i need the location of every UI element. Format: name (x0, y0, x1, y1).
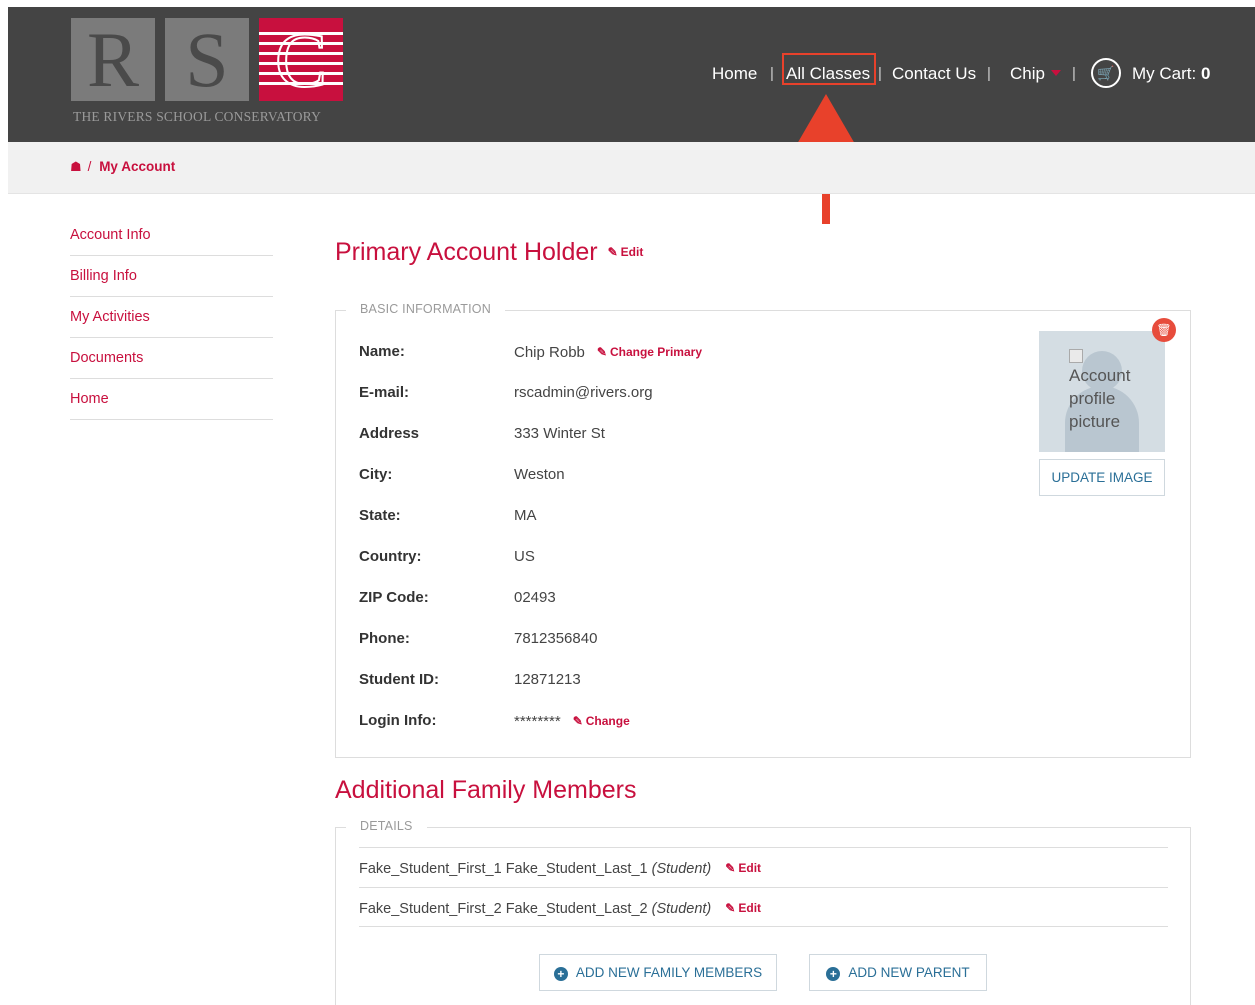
chevron-down-icon (1050, 70, 1061, 76)
cart-label: My Cart: (1132, 64, 1197, 83)
user-name: Chip (1010, 64, 1045, 83)
annotation-arrow-head (797, 94, 855, 144)
family-member-row: Fake_Student_First_1 Fake_Student_Last_1… (359, 847, 1168, 887)
update-image-button[interactable]: UPDATE IMAGE (1039, 459, 1165, 496)
basic-information-panel: BASIC INFORMATION Name: Chip Robb ✎ Change… (335, 302, 1191, 758)
trash-icon[interactable]: 🗑 (1152, 318, 1176, 342)
logo-letter-c: C (259, 18, 343, 101)
family-member-row: Fake_Student_First_2 Fake_Student_Last_2… (359, 887, 1168, 927)
pencil-icon: ✎ (572, 714, 583, 728)
field-label: Phone: (359, 630, 410, 647)
nav-home[interactable]: Home (712, 59, 757, 89)
plus-circle-icon: + (826, 967, 841, 981)
breadcrumb: ☗ / My Account (70, 159, 175, 175)
breadcrumb-bar: ☗ / My Account (8, 142, 1255, 194)
change-login-label: Change (585, 714, 630, 728)
edit-label: Edit (738, 861, 762, 875)
member-role: (Student) (651, 901, 712, 917)
add-parent-label: ADD NEW PARENT (848, 965, 970, 980)
edit-label: Edit (738, 901, 762, 915)
nav-separator: | (878, 65, 882, 82)
sidebar-item-account-info[interactable]: Account Info (70, 215, 273, 256)
field-label: Login Info: (359, 712, 437, 729)
family-members-title: Additional Family Members (335, 776, 637, 804)
password-mask: ******** (514, 713, 561, 730)
field-value: US (514, 548, 535, 565)
name-value: Chip Robb (514, 344, 585, 361)
avatar-alt-label: Account profile picture (1069, 366, 1131, 431)
sidebar-item-home[interactable]: Home (70, 379, 273, 420)
main-nav: Home | All Classes | Contact Us | Chip |… (8, 59, 1255, 89)
edit-member-link[interactable]: ✎ Edit (725, 888, 761, 928)
profile-picture-alt-text: Account profile picture (1069, 349, 1159, 433)
field-label: Address (359, 425, 420, 442)
profile-picture: Account profile picture (1039, 331, 1165, 452)
field-value: 7812356840 (514, 630, 598, 647)
member-role: (Student) (651, 861, 712, 877)
account-sidebar: Account Info Billing Info My Activities … (70, 215, 273, 420)
field-value: ******** ✎ Change (514, 711, 630, 732)
logo-tagline: THE RIVERS SCHOOL CONSERVATORY (73, 109, 322, 124)
basic-information-legend: BASIC INFORMATION (346, 302, 505, 316)
edit-primary-link[interactable]: ✎ Edit (608, 245, 644, 259)
field-value: 333 Winter St (514, 425, 605, 442)
sidebar-item-billing-info[interactable]: Billing Info (70, 256, 273, 297)
add-family-label: ADD NEW FAMILY MEMBERS (575, 965, 763, 980)
field-label: State: (359, 507, 401, 524)
nav-user-menu[interactable]: Chip (1010, 59, 1061, 89)
member-name: Fake_Student_First_1 Fake_Student_Last_1 (359, 861, 648, 877)
field-label: Country: (359, 548, 422, 565)
field-label: Name: (359, 343, 405, 360)
field-value: 12871213 (514, 671, 581, 688)
site-header: R S C THE RIVERS SCHOOL CONSERVATORY Hom… (8, 7, 1255, 142)
add-family-members-button[interactable]: + ADD NEW FAMILY MEMBERS (539, 954, 777, 991)
add-parent-button[interactable]: + ADD NEW PARENT (809, 954, 987, 991)
nav-separator: | (770, 65, 774, 82)
pencil-icon: ✎ (596, 345, 607, 359)
cart-count: 0 (1200, 64, 1211, 83)
field-value: MA (514, 507, 537, 524)
field-label: Student ID: (359, 671, 439, 688)
change-primary-label: Change Primary (609, 345, 702, 359)
breadcrumb-separator: / (87, 159, 92, 174)
nav-contact-us[interactable]: Contact Us (892, 59, 976, 89)
field-label: E-mail: (359, 384, 410, 401)
cart-icon[interactable]: 🛒 (1091, 58, 1121, 88)
change-primary-link[interactable]: ✎ Change Primary (597, 342, 702, 362)
field-label: City: (359, 466, 393, 483)
nav-separator: | (1072, 65, 1076, 82)
details-legend: DETAILS (346, 819, 427, 833)
pencil-icon: ✎ (607, 245, 618, 259)
family-details-panel: DETAILS Fake_Student_First_1 Fake_Studen… (335, 819, 1191, 1005)
member-name: Fake_Student_First_2 Fake_Student_Last_2 (359, 901, 648, 917)
annotation-highlight-box (782, 53, 876, 85)
field-value: Chip Robb ✎ Change Primary (514, 342, 702, 363)
nav-separator: | (987, 65, 991, 82)
nav-cart[interactable]: My Cart: 0 (1132, 59, 1210, 89)
change-login-link[interactable]: ✎ Change (573, 711, 630, 731)
edit-label: Edit (620, 245, 644, 259)
breadcrumb-current: My Account (99, 159, 176, 174)
field-value: rscadmin@rivers.org (514, 384, 653, 401)
field-value: Weston (514, 466, 565, 483)
sidebar-item-documents[interactable]: Documents (70, 338, 273, 379)
primary-account-title-text: Primary Account Holder (335, 238, 598, 266)
pencil-icon: ✎ (725, 901, 736, 915)
pencil-icon: ✎ (725, 861, 736, 875)
sidebar-item-my-activities[interactable]: My Activities (70, 297, 273, 338)
primary-account-title: Primary Account Holder ✎ Edit (335, 238, 643, 267)
edit-member-link[interactable]: ✎ Edit (725, 848, 761, 888)
home-icon[interactable]: ☗ (70, 159, 82, 175)
field-label: ZIP Code: (359, 589, 429, 606)
broken-image-icon (1069, 349, 1083, 363)
plus-circle-icon: + (553, 967, 568, 981)
field-value: 02493 (514, 589, 556, 606)
